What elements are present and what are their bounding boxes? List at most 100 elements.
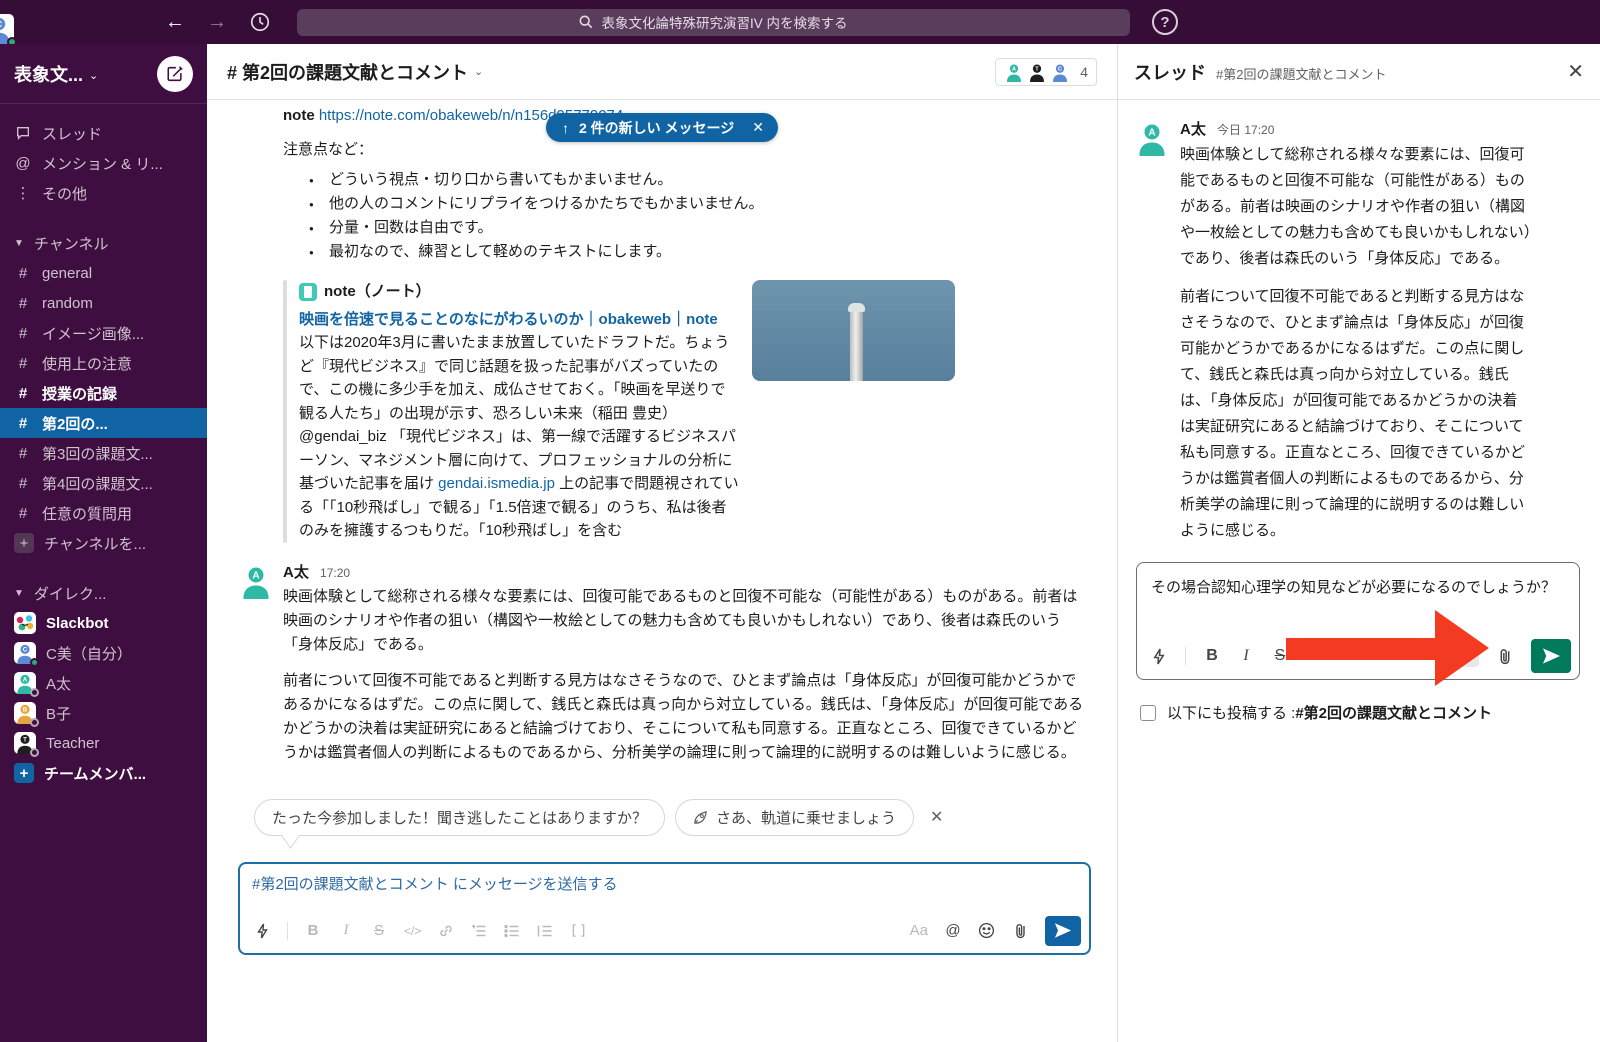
sidebar-channel-general[interactable]: #general <box>0 258 207 288</box>
member-avatar: C <box>1050 62 1070 82</box>
attachment-icon[interactable] <box>1497 647 1513 665</box>
up-arrow-icon: ↑ <box>562 120 569 136</box>
dms-section-header[interactable]: ▼ ダイレク... <box>0 578 207 608</box>
sidebar-item-mentions[interactable]: @ メンション & リ... <box>0 148 207 178</box>
banner-close-icon[interactable]: ✕ <box>752 119 764 136</box>
shortcuts-lightning-icon[interactable] <box>1151 648 1167 665</box>
code-block-icon[interactable] <box>570 923 586 938</box>
presence-offline-dot <box>30 688 39 697</box>
strikethrough-icon[interactable]: S <box>371 922 387 939</box>
sidebar-dm-teacher[interactable]: T Teacher <box>0 728 207 758</box>
sidebar-channel-questions[interactable]: #任意の質問用 <box>0 498 207 528</box>
thread-reply-composer[interactable]: その場合認知心理学の知見などが必要になるのでしょうか？ B I S Aa <box>1136 562 1580 680</box>
help-icon[interactable]: ? <box>1152 9 1178 35</box>
channel-members-button[interactable]: A T C 4 <box>995 58 1097 86</box>
message-author[interactable]: A太 <box>1180 121 1206 138</box>
ordered-list-icon[interactable] <box>471 924 487 938</box>
message-input[interactable] <box>252 876 1067 893</box>
channel-header: # 第2回の課題文献とコメント ⌄ A T C 4 <box>207 44 1117 100</box>
sidebar-dm-ata[interactable]: A A太 <box>0 668 207 698</box>
message-author[interactable]: A太 <box>283 564 309 581</box>
message-paragraph: 映画体験として総称される様々な要素には、回復可能であるものと回復不可能な（可能性… <box>283 585 1091 657</box>
message-composer: B I S </> <box>238 862 1091 955</box>
message-timestamp[interactable]: 今日 17:20 <box>1217 123 1274 137</box>
chips-close-icon[interactable]: ✕ <box>930 807 943 827</box>
sidebar-channel-image[interactable]: #イメージ画像... <box>0 318 207 348</box>
invite-teammates-button[interactable]: + チームメンバ... <box>0 758 207 788</box>
user-avatar[interactable]: C <box>0 14 14 44</box>
member-count: 4 <box>1080 64 1088 80</box>
svg-text:C: C <box>23 646 28 653</box>
history-forward-icon[interactable]: → <box>207 11 227 34</box>
bullet-list-icon[interactable] <box>504 924 520 938</box>
suggestion-chip-rocket[interactable]: さあ、軌道に乗せましょう <box>675 799 914 836</box>
bold-icon[interactable]: B <box>305 922 321 939</box>
history-clock-icon[interactable] <box>249 11 271 33</box>
history-back-icon[interactable]: ← <box>165 11 185 34</box>
channel-title[interactable]: # 第2回の課題文献とコメント <box>227 59 468 85</box>
slack-app-window: ← → 表象文化論特殊研究演習IV 内を検索する ? C 表象文... ⌄ <box>0 0 1600 1042</box>
sidebar-item-threads[interactable]: スレッド <box>0 118 207 148</box>
sidebar-channel-session4[interactable]: #第4回の課題文... <box>0 468 207 498</box>
svg-text:A: A <box>23 676 28 683</box>
more-icon: ⋮ <box>14 184 32 202</box>
link-icon[interactable] <box>438 923 454 939</box>
section-triangle-icon: ▼ <box>14 238 24 249</box>
message-author-avatar[interactable]: A <box>1134 120 1170 156</box>
italic-icon[interactable]: I <box>1238 647 1254 665</box>
svg-text:C: C <box>1058 66 1062 72</box>
thread-reply-input[interactable]: その場合認知心理学の知見などが必要になるのでしょうか？ <box>1137 563 1579 601</box>
member-avatar: T <box>14 732 36 754</box>
thread-close-icon[interactable]: ✕ <box>1567 59 1584 84</box>
new-message-button[interactable] <box>157 56 193 92</box>
sidebar-channel-class-records[interactable]: #授業の記録 <box>0 378 207 408</box>
shortcuts-lightning-icon[interactable] <box>254 923 270 939</box>
toolbar-divider <box>1185 647 1186 665</box>
blockquote-icon[interactable] <box>537 924 553 938</box>
strikethrough-icon[interactable]: S <box>1272 647 1288 665</box>
plus-icon: + <box>14 763 34 783</box>
suggestion-chips: たった今参加しました！聞き逃したことはありますか？ さあ、軌道に乗せましょう ✕ <box>254 799 1091 836</box>
code-icon[interactable]: </> <box>404 924 421 938</box>
notes-bullet-list: どういう視点・切り口から書いてもかまいません。 他の人のコメントにリプライをつけ… <box>307 168 1091 264</box>
mention-icon[interactable]: @ <box>945 922 961 939</box>
suggestion-chip-joined[interactable]: たった今参加しました！聞き逃したことはありますか？ <box>254 799 665 836</box>
text-format-icon[interactable]: Aa <box>910 922 928 939</box>
sidebar-channel-random[interactable]: #random <box>0 288 207 318</box>
italic-icon[interactable]: I <box>338 922 354 939</box>
top-bar: ← → 表象文化論特殊研究演習IV 内を検索する ? C <box>0 0 1600 44</box>
bullet-item: どういう視点・切り口から書いてもかまいません。 <box>307 168 1091 192</box>
sidebar-channel-usage-notes[interactable]: #使用上の注意 <box>0 348 207 378</box>
member-avatar: A <box>14 672 36 694</box>
gendai-link[interactable]: gendai.ismedia.jp <box>438 475 555 492</box>
channels-section-header[interactable]: ▼ チャンネル <box>0 228 207 258</box>
bold-icon[interactable]: B <box>1204 647 1220 665</box>
card-title-link[interactable]: 映画を倍速で見ることのなにがわるいのか｜obakeweb｜note <box>299 308 739 332</box>
emoji-icon[interactable] <box>978 922 995 939</box>
also-send-checkbox[interactable] <box>1140 705 1156 721</box>
message-author-avatar[interactable]: A <box>238 563 274 599</box>
sidebar-dm-bko[interactable]: B B子 <box>0 698 207 728</box>
reply-send-button[interactable] <box>1531 639 1571 673</box>
new-messages-banner[interactable]: ↑ 2 件の新しい メッセージ ✕ <box>546 113 778 142</box>
sidebar-dm-slackbot[interactable]: Slackbot <box>0 608 207 638</box>
hash-icon: # <box>14 295 32 312</box>
thread-channel-name[interactable]: #第2回の課題文献とコメント <box>1216 64 1386 83</box>
sidebar-channel-session2-selected[interactable]: #第2回の... <box>0 408 207 438</box>
card-thumbnail-image[interactable] <box>752 280 955 381</box>
send-button[interactable] <box>1045 916 1081 946</box>
workspace-name[interactable]: 表象文... <box>14 61 83 87</box>
also-send-channel: #第2回の課題文献とコメント <box>1295 705 1492 722</box>
sidebar-channel-session3[interactable]: #第3回の課題文... <box>0 438 207 468</box>
sidebar-item-more[interactable]: ⋮ その他 <box>0 178 207 208</box>
hash-icon: # <box>14 355 32 372</box>
message-list: ↑ 2 件の新しい メッセージ ✕ note https://note.com/… <box>207 100 1117 1042</box>
sidebar-dm-cmi[interactable]: C C美（自分） <box>0 638 207 668</box>
hash-icon: # <box>14 445 32 462</box>
attachment-icon[interactable] <box>1012 922 1028 939</box>
add-channel-button[interactable]: +チャンネルを... <box>0 528 207 558</box>
text-format-icon[interactable]: Aa <box>1446 645 1479 667</box>
search-bar[interactable]: 表象文化論特殊研究演習IV 内を検索する <box>297 9 1130 36</box>
link-preview-card: note（ノート） 映画を倍速で見ることのなにがわるいのか｜obakeweb｜n… <box>283 280 955 543</box>
message-timestamp[interactable]: 17:20 <box>320 566 350 580</box>
